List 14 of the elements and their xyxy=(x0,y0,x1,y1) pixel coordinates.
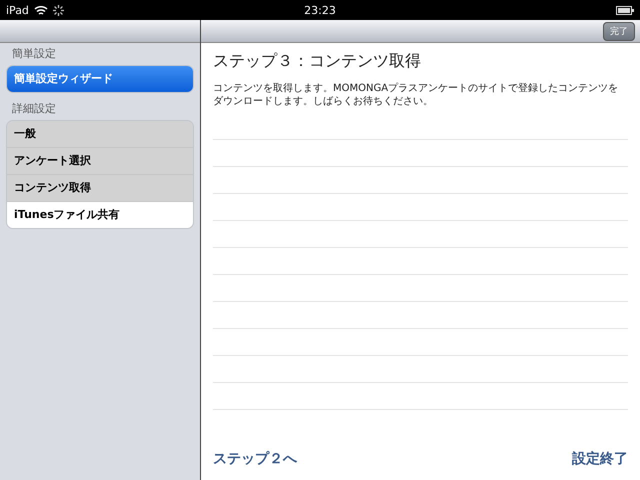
sidebar-item[interactable]: iTunesファイル共有 xyxy=(7,201,193,228)
activity-icon xyxy=(52,4,64,16)
section-header: 簡単設定 xyxy=(11,46,57,62)
done-button[interactable]: 完了 xyxy=(603,22,635,40)
wifi-icon xyxy=(34,4,48,16)
sidebar-item[interactable]: 簡単設定ウィザード xyxy=(7,66,193,92)
section-header: 詳細設定 xyxy=(11,101,57,117)
device-name: iPad xyxy=(6,4,29,16)
battery-icon xyxy=(616,6,634,14)
description-text: コンテンツを取得します。MOMONGAプラスアンケートのサイトで登録したコンテンツをダウンロードします。しばらくお待ちください。 xyxy=(213,82,620,108)
back-link[interactable]: ステップ２へ xyxy=(213,450,297,468)
status-time: 23:23 xyxy=(303,4,337,16)
finish-link[interactable]: 設定終了 xyxy=(572,450,628,468)
step-title: ステップ３：コンテンツ取得 xyxy=(213,51,422,72)
